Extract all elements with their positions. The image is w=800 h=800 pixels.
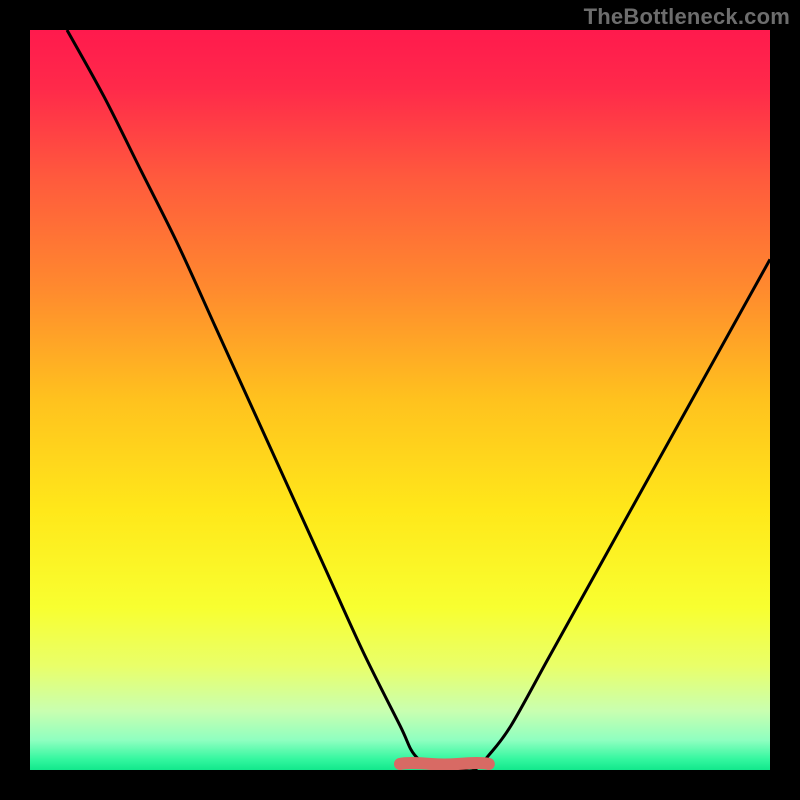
- watermark-text: TheBottleneck.com: [584, 4, 790, 30]
- valley-marker: [400, 763, 489, 765]
- chart-frame: TheBottleneck.com: [0, 0, 800, 800]
- bottleneck-curve: [67, 30, 770, 770]
- chart-curve-layer: [30, 30, 770, 770]
- chart-plot-area: [30, 30, 770, 770]
